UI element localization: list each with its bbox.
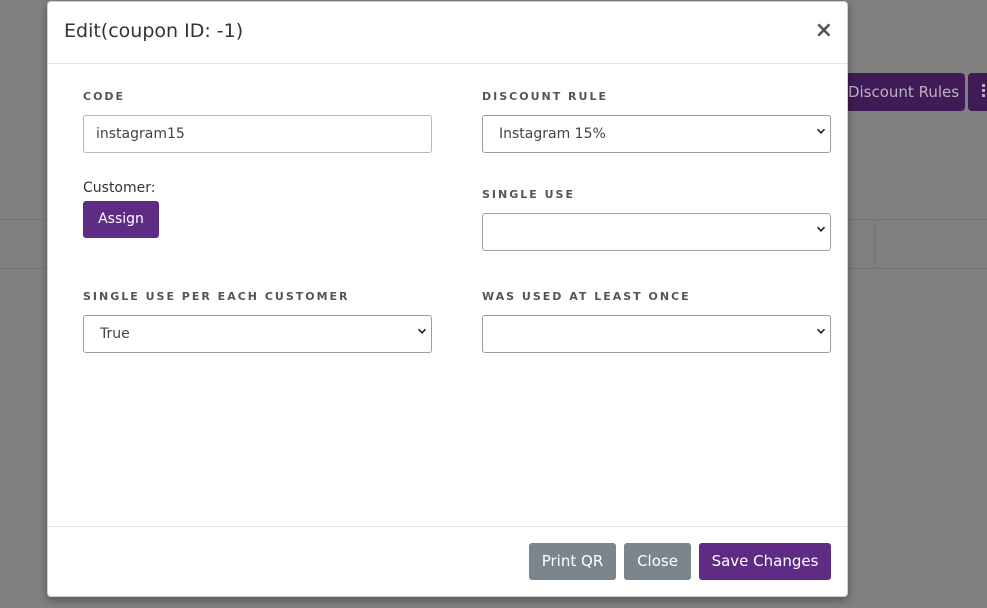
code-input[interactable] [83,115,432,153]
single-use-per-customer-value: True [100,326,130,342]
modal-title: Edit(coupon ID: -1) [64,20,244,42]
discount-rule-label: DISCOUNT RULE [482,90,608,103]
print-qr-button[interactable]: Print QR [529,543,616,580]
code-label: CODE [83,90,126,103]
single-use-select[interactable] [482,213,831,251]
assign-button[interactable]: Assign [83,201,159,238]
more-options-button [968,73,987,111]
edit-coupon-modal: Edit(coupon ID: -1) × CODE DISCOUNT RULE… [47,1,848,597]
close-icon[interactable]: × [815,20,833,42]
chevron-down-icon [816,328,826,334]
discount-rule-select[interactable]: Instagram 15% [482,115,831,153]
was-used-select[interactable] [482,315,831,353]
more-options-icon [982,89,985,92]
single-use-per-customer-select[interactable]: True [83,315,432,353]
table-column-divider [874,219,875,268]
was-used-label: WAS USED AT LEAST ONCE [482,290,691,303]
chevron-down-icon [816,226,826,232]
modal-footer: Print QR Close Save Changes [48,526,847,597]
discount-rules-label: Discount Rules [847,83,960,101]
customer-label: Customer: [83,180,156,196]
save-changes-button[interactable]: Save Changes [699,543,831,580]
close-button[interactable]: Close [624,543,691,580]
chevron-down-icon [417,328,427,334]
single-use-label: SINGLE USE [482,188,575,201]
single-use-per-customer-label: SINGLE USE PER EACH CUSTOMER [83,290,350,303]
discount-rule-value: Instagram 15% [499,126,606,142]
modal-header: Edit(coupon ID: -1) × [48,2,847,64]
chevron-down-icon [816,128,826,134]
